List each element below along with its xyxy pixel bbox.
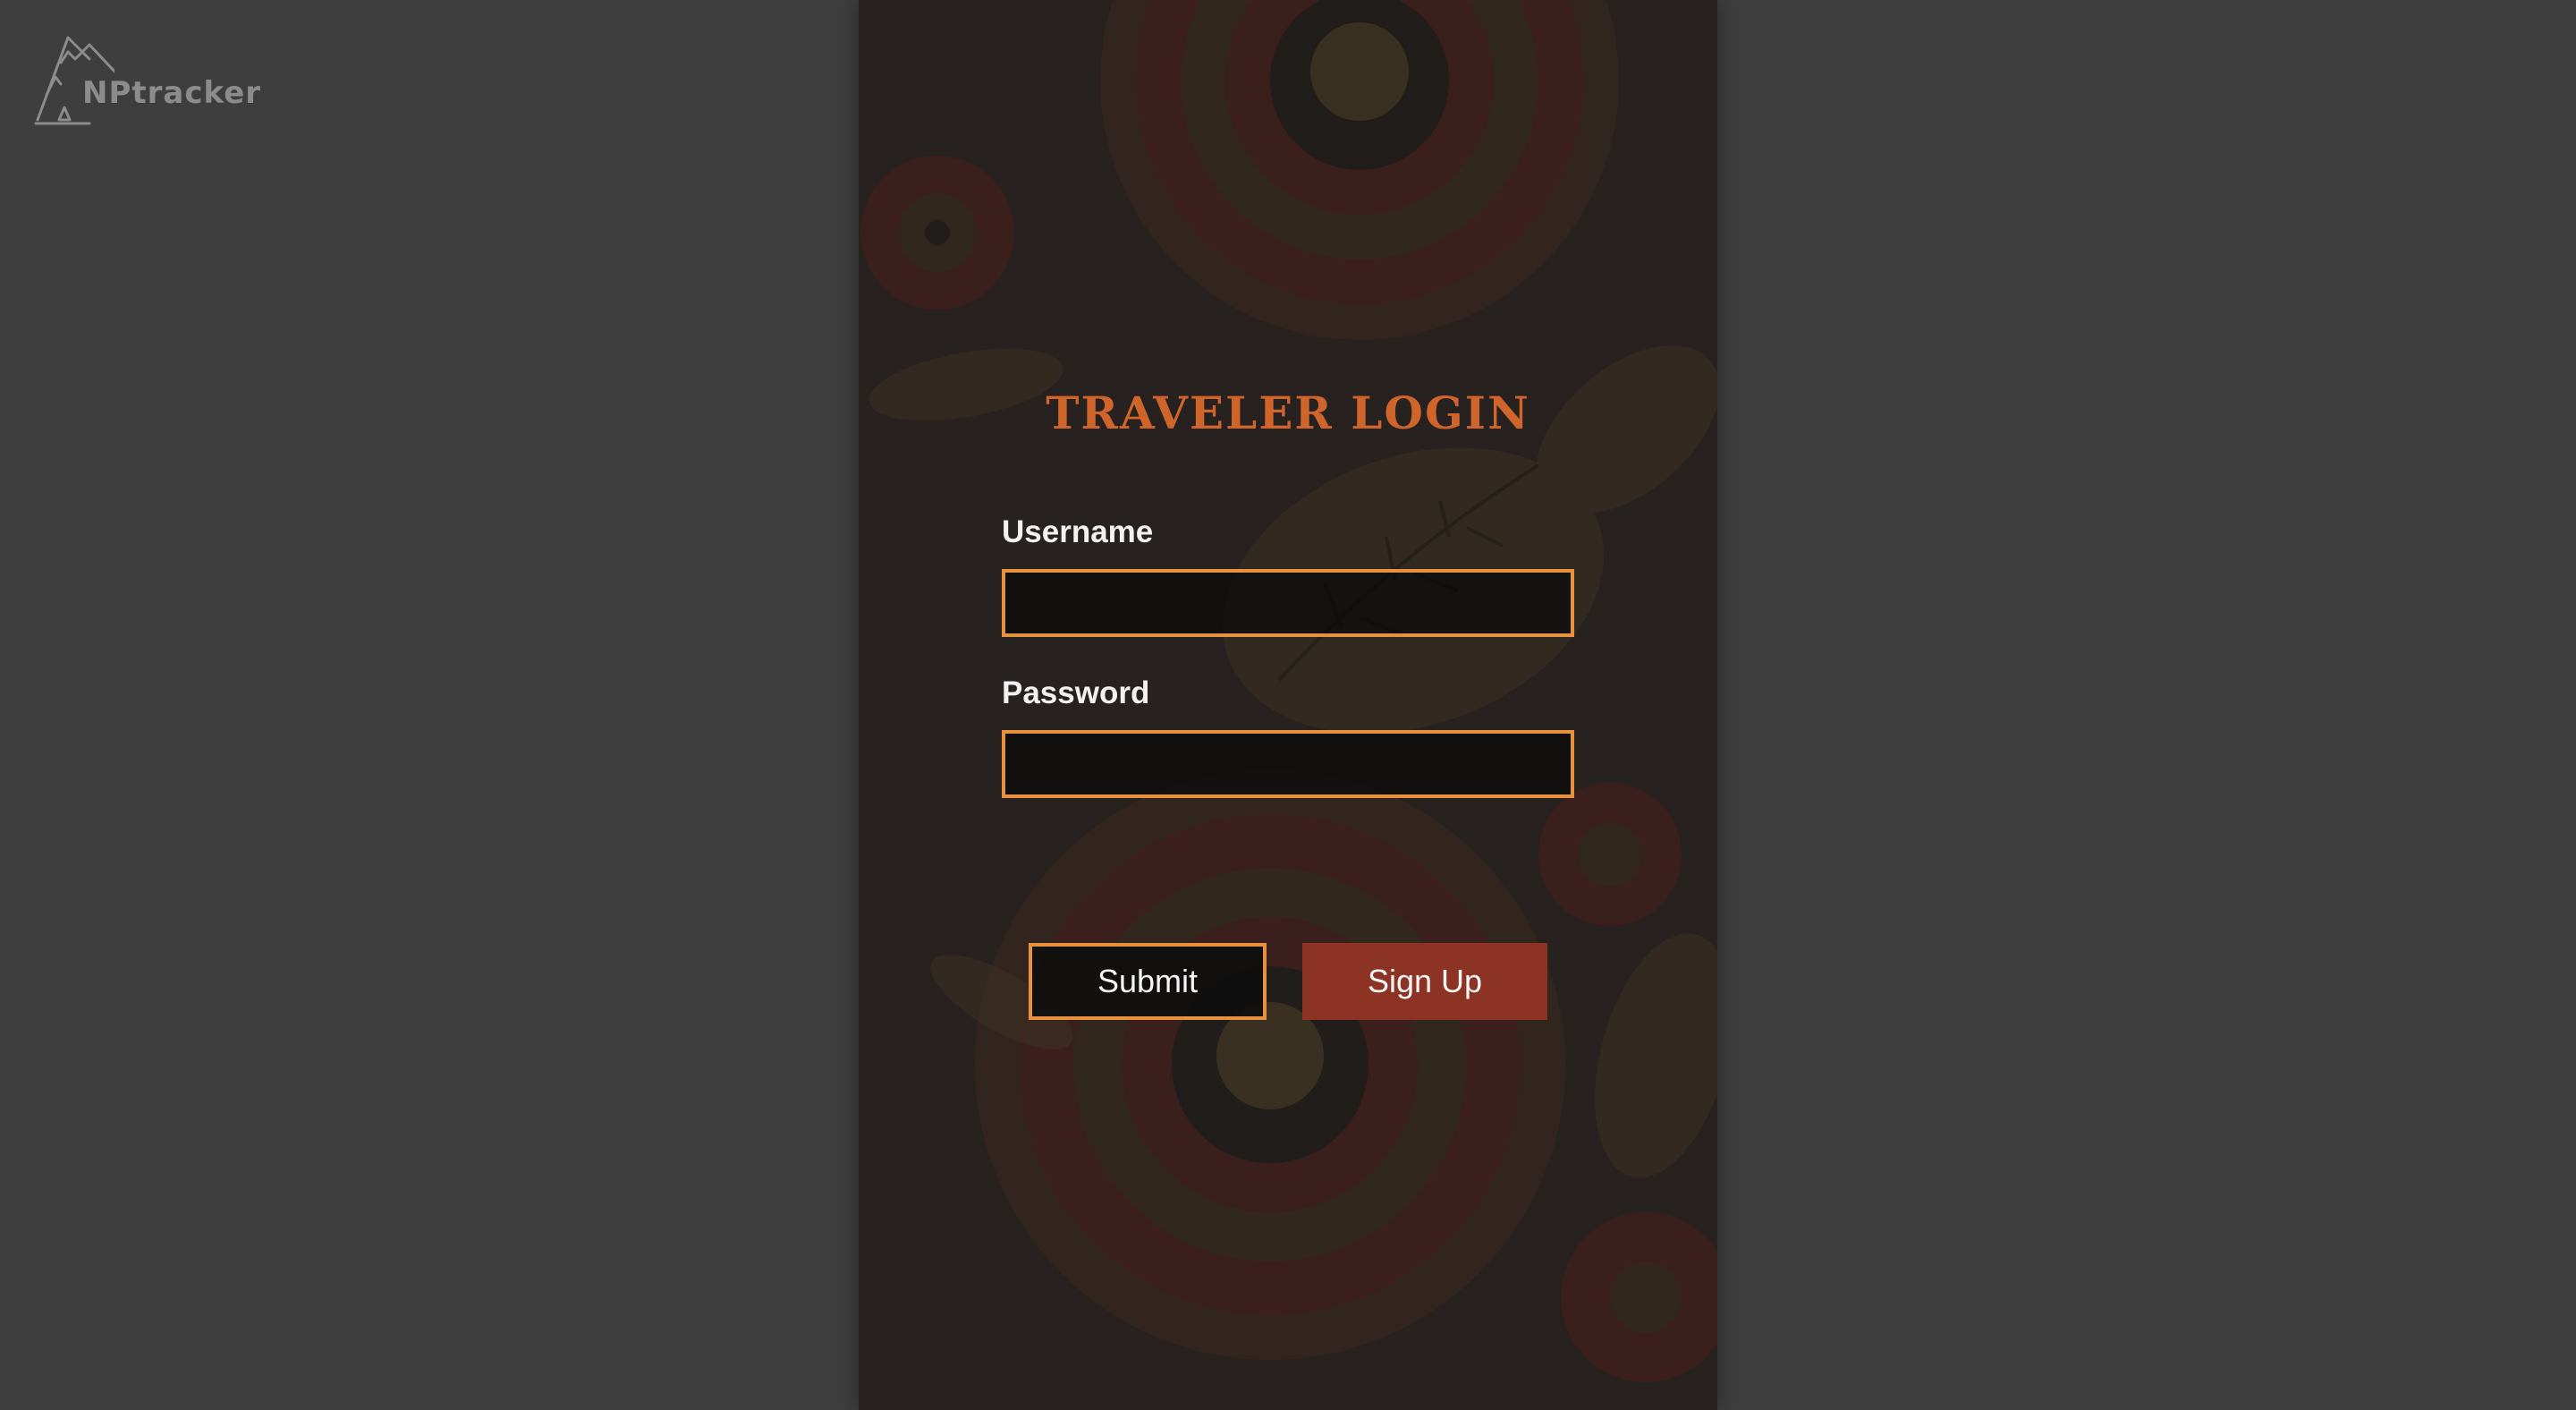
- password-input[interactable]: [1002, 730, 1574, 798]
- login-panel: TRAVELER LOGIN Username Password Submit …: [859, 0, 1717, 1410]
- username-input[interactable]: [1002, 569, 1574, 637]
- username-label: Username: [1002, 514, 1154, 549]
- logo-text: NPtracker: [82, 75, 262, 111]
- login-page: NPtracker TRAVELER LOGIN Username Passwo…: [0, 0, 2576, 1410]
- nptracker-logo[interactable]: NPtracker: [34, 32, 267, 129]
- sign-up-button[interactable]: Sign Up: [1302, 943, 1547, 1020]
- floral-pattern-background: [859, 0, 1717, 1410]
- login-title: TRAVELER LOGIN: [1046, 386, 1530, 439]
- submit-button[interactable]: Submit: [1029, 943, 1267, 1020]
- password-label: Password: [1002, 675, 1150, 710]
